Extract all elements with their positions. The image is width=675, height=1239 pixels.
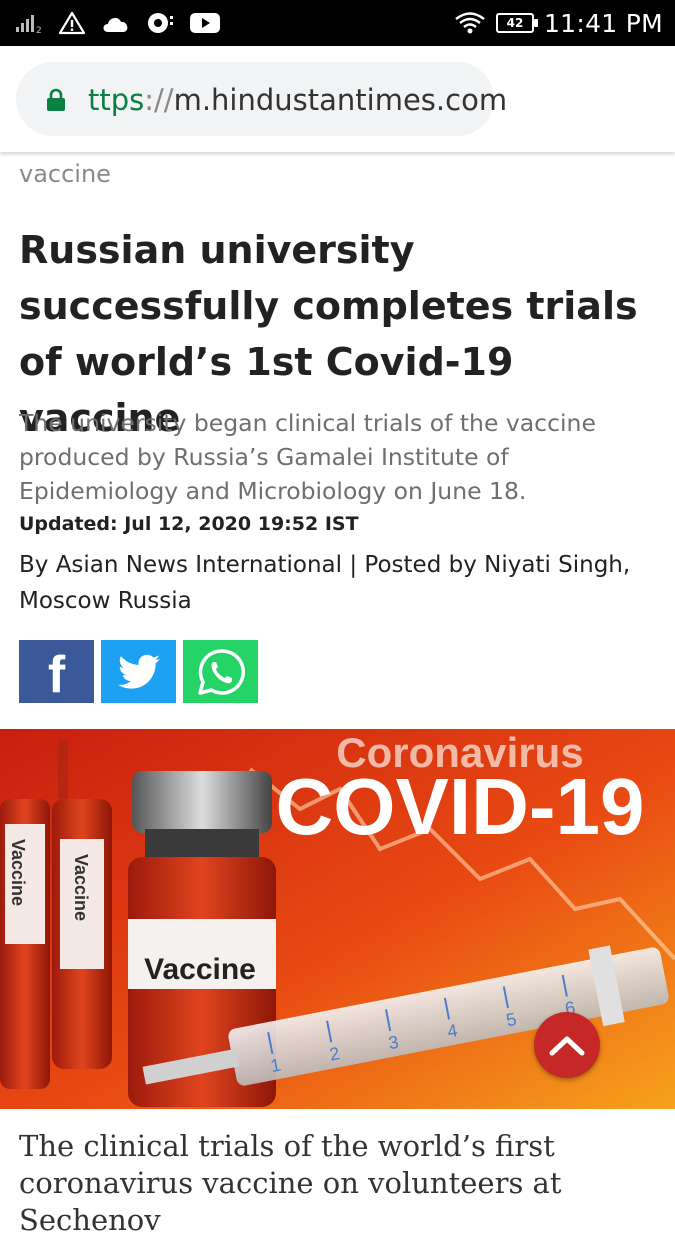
wifi-icon: [455, 12, 485, 34]
svg-text:2: 2: [36, 26, 42, 34]
battery-icon: 42: [495, 13, 538, 33]
facebook-icon: f: [47, 645, 66, 704]
ampoule-label-2: Vaccine: [71, 854, 91, 921]
breadcrumb[interactable]: vaccine: [19, 160, 111, 188]
youtube-icon: [190, 13, 220, 33]
lock-icon: [47, 88, 65, 111]
updated-timestamp: Updated: Jul 12, 2020 19:52 IST: [19, 513, 359, 535]
scroll-to-top-button[interactable]: [534, 1012, 600, 1078]
vial-label: Vaccine: [144, 953, 256, 986]
whatsapp-share-button[interactable]: [183, 640, 258, 703]
battery-level: 42: [506, 16, 524, 30]
article-summary: The university began clinical trials of …: [19, 409, 596, 505]
whatsapp-icon: [197, 648, 245, 695]
twitter-share-button[interactable]: [101, 640, 176, 703]
status-icons-left: 2: [16, 8, 220, 38]
cloud-icon: [103, 18, 128, 32]
warning-icon: [58, 11, 86, 35]
ampoule-label-1: Vaccine: [8, 839, 28, 906]
browser-toolbar: ttps://m.hindustantimes.com: [0, 46, 675, 152]
address-bar[interactable]: ttps://m.hindustantimes.com: [16, 62, 507, 136]
clock: 11:41 PM: [543, 8, 663, 38]
twitter-icon: [117, 654, 160, 689]
status-icons-right: 42 11:41 PM: [454, 8, 663, 38]
media-icon: [148, 13, 173, 33]
url-scheme: ttps: [88, 83, 145, 117]
chevron-up-icon: [549, 1036, 585, 1056]
facebook-share-button[interactable]: f: [19, 640, 94, 703]
article-byline: By Asian News International | Posted by …: [19, 552, 631, 614]
overlay-title: COVID-19: [276, 762, 645, 851]
url-separator: ://: [144, 83, 174, 117]
signal-icon: 2: [16, 15, 42, 34]
url-text[interactable]: ttps://m.hindustantimes.com: [88, 83, 507, 117]
url-host: m.hindustantimes.com: [173, 83, 508, 117]
article-body-lead: The clinical trials of the world’s first…: [19, 1129, 562, 1237]
status-bar: 2 42 11:41 PM: [0, 0, 675, 46]
